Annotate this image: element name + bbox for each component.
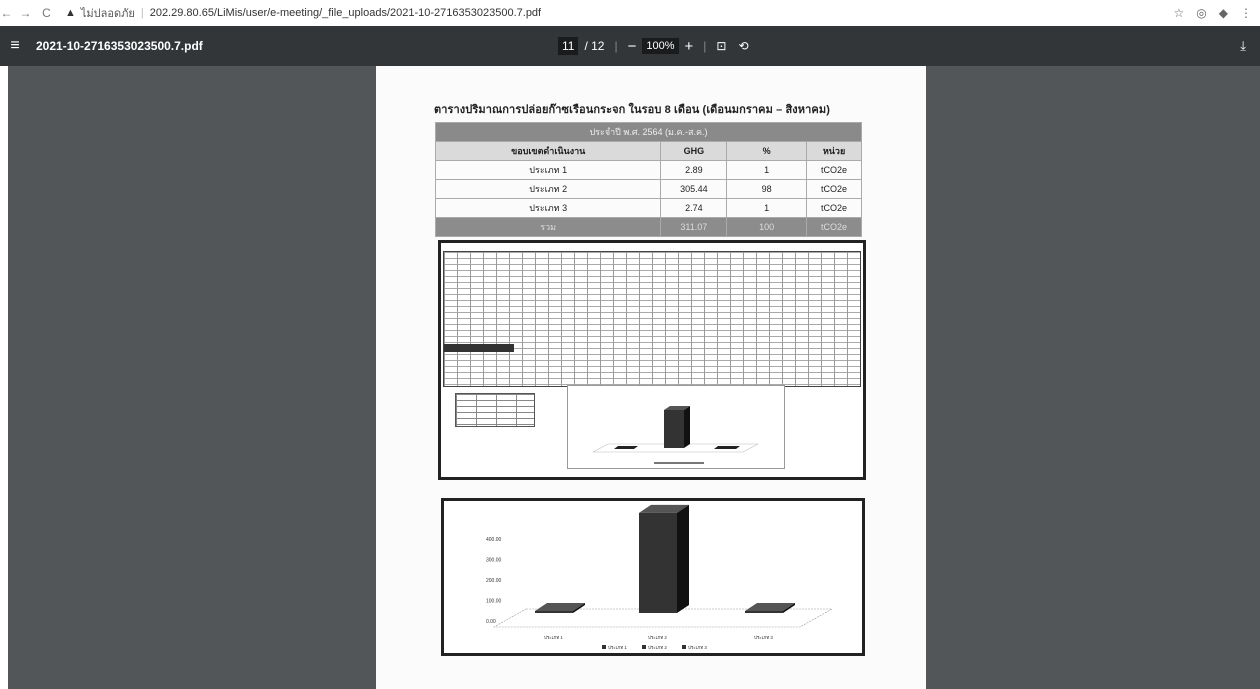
menu-icon[interactable]: ≡ <box>0 37 30 55</box>
table-cell: tCO2e <box>806 179 862 199</box>
shield-icon[interactable]: ◆ <box>1219 6 1228 20</box>
warning-icon[interactable]: ▲ <box>65 7 76 19</box>
table-header: % <box>726 141 808 161</box>
rotate-icon[interactable]: ⟲ <box>738 39 748 53</box>
legend-label: ประเภท 2 <box>648 645 667 650</box>
pdf-viewer[interactable]: ตารางปริมาณการปล่อยก๊าซเรือนกระจก ในรอบ … <box>8 66 1260 689</box>
table-cell: 311.07 <box>660 217 728 237</box>
star-icon[interactable]: ☆ <box>1174 6 1185 20</box>
x-tick-label: ประเภท 1 <box>544 635 563 640</box>
table-cell: 1 <box>726 198 808 218</box>
y-tick-label: 200.00 <box>486 578 502 584</box>
camera-icon[interactable]: ◎ <box>1196 6 1206 20</box>
bar <box>745 611 783 613</box>
forward-icon[interactable]: → <box>19 6 32 20</box>
table-row: ประเภท 3 2.74 1 tCO2e <box>434 198 862 218</box>
table-total-row: รวม 311.07 100 tCO2e <box>434 217 862 237</box>
table-row: ประเภท 1 2.89 1 tCO2e <box>434 160 862 180</box>
url-separator: | <box>140 7 144 19</box>
table-caption: ประจำปี พ.ศ. 2564 (ม.ค.-ส.ค.) <box>435 122 862 142</box>
bar-side <box>677 504 689 613</box>
summary-table: ประจำปี พ.ศ. 2564 (ม.ค.-ส.ค.) ขอบเขตดำเน… <box>434 122 862 237</box>
legend-swatch <box>682 645 686 649</box>
y-tick-label: 100.00 <box>486 599 502 605</box>
y-tick-label: 0.00 <box>486 619 496 625</box>
table-cell: 98 <box>726 179 808 199</box>
legend-swatch <box>602 645 606 649</box>
mini-chart-svg <box>592 406 759 464</box>
table-cell: 100 <box>726 217 808 237</box>
spreadsheet-grid <box>443 251 861 387</box>
mini-summary-table <box>455 393 535 427</box>
table-cell: tCO2e <box>806 217 862 237</box>
table-header: GHG <box>660 141 728 161</box>
table-cell: 2.89 <box>660 160 728 180</box>
security-label[interactable]: ไม่ปลอดภัย <box>81 4 135 22</box>
y-tick-label: 300.00 <box>486 558 502 564</box>
x-tick-label: ประเภท 2 <box>648 635 667 640</box>
page-total: / 12 <box>584 39 605 53</box>
bar <box>639 512 677 613</box>
table-row: ประเภท 2 305.44 98 tCO2e <box>434 179 862 199</box>
pdf-filename: 2021-10-2716353023500.7.pdf <box>36 39 203 53</box>
toolbar-divider: | <box>614 39 618 53</box>
legend-label: ประเภท 1 <box>608 645 627 650</box>
y-tick-label: 400.00 <box>486 537 502 543</box>
toolbar-divider-2: | <box>703 39 707 53</box>
table-cell: ประเภท 2 <box>434 179 662 199</box>
zoom-level-input[interactable]: 100% <box>642 38 679 54</box>
document-title: ตารางปริมาณการปล่อยก๊าซเรือนกระจก ในรอบ … <box>434 104 830 116</box>
bar <box>535 611 573 613</box>
pdf-toolbar: ≡ 2021-10-2716353023500.7.pdf 11 / 12 | … <box>0 26 1260 66</box>
table-cell: tCO2e <box>806 198 862 218</box>
x-tick-label: ประเภท 3 <box>754 635 773 640</box>
table-header: ขอบเขตดำเนินงาน <box>434 141 662 161</box>
zoom-in-icon[interactable]: + <box>685 38 694 55</box>
more-icon[interactable]: ⋮ <box>1240 6 1252 20</box>
browser-actions: ☆ ◎ ◆ ⋮ <box>1174 6 1260 20</box>
table-cell: รวม <box>434 217 662 237</box>
ghg-bar-chart: 0.00 100.00 200.00 300.00 400.00 ประเภท 1 ประเ… <box>486 504 834 650</box>
mini-bar-chart <box>567 385 785 469</box>
page-number-input[interactable]: 11 <box>558 37 579 55</box>
pdf-page: ตารางปริมาณการปล่อยก๊าซเรือนกระจก ในรอบ … <box>376 66 926 689</box>
browser-address-bar: ← → C ▲ ไม่ปลอดภัย | 202.29.80.65/LiMis/… <box>0 0 1260 26</box>
table-cell: 2.74 <box>660 198 728 218</box>
table-cell: ประเภท 1 <box>434 160 662 180</box>
table-cell: ประเภท 3 <box>434 198 662 218</box>
table-header: หน่วย <box>806 141 862 161</box>
back-icon[interactable]: ← <box>0 6 13 20</box>
download-icon[interactable]: ⤓ <box>1240 38 1246 54</box>
fit-page-icon[interactable]: ⊡ <box>716 39 726 53</box>
highlight-row <box>444 344 514 352</box>
pdf-page-controls: 11 / 12 | − 100% + | ⊡ ⟲ <box>558 37 749 55</box>
zoom-out-icon[interactable]: − <box>628 38 637 55</box>
reload-icon[interactable]: C <box>40 6 53 20</box>
legend-swatch <box>642 645 646 649</box>
table-cell: 305.44 <box>660 179 728 199</box>
url-text[interactable]: 202.29.80.65/LiMis/user/e-meeting/_file_… <box>150 7 541 19</box>
spreadsheet-snapshot <box>438 240 866 480</box>
table-cell: 1 <box>726 160 808 180</box>
table-cell: tCO2e <box>806 160 862 180</box>
chart-panel: 0.00 100.00 200.00 300.00 400.00 ประเภท 1 ประเ… <box>441 498 865 656</box>
legend-label: ประเภท 3 <box>688 645 707 650</box>
